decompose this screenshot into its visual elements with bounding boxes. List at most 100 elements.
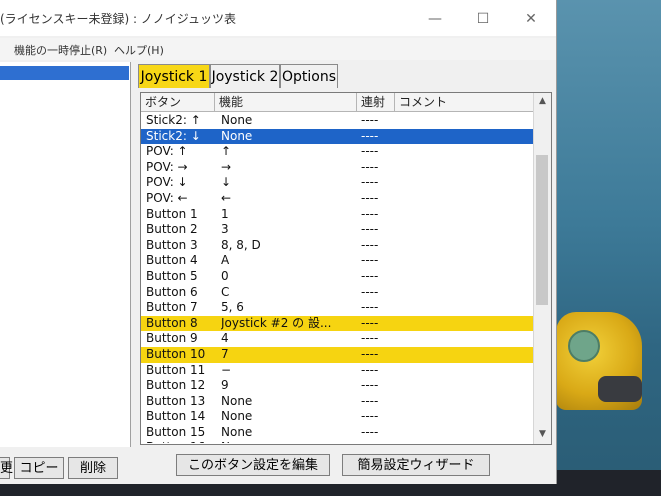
row-function-cell: N (221, 440, 357, 443)
table-row[interactable]: Button 13 None ---- (141, 394, 533, 410)
row-button-cell: Button 4 (146, 253, 198, 268)
row-button-cell: Button 9 (146, 331, 198, 346)
toy-eye (568, 330, 600, 362)
row-rapid-cell: ---- (361, 362, 379, 377)
scroll-up-icon[interactable]: ▲ (534, 93, 551, 109)
row-rapid-cell: ---- (361, 128, 379, 143)
row-function-cell: 5, 6 (221, 300, 244, 315)
table-row[interactable]: Button 1 1 ---- (141, 207, 533, 223)
setup-wizard-button[interactable]: 簡易設定ウィザード (342, 454, 490, 476)
tab-joystick-2[interactable]: Joystick 2 (210, 64, 280, 88)
menu-help[interactable]: ヘルプ(H) (114, 42, 164, 58)
row-function-cell: C (221, 284, 230, 299)
edit-button-settings-button[interactable]: このボタン設定を編集 (176, 454, 330, 476)
row-rapid-cell: ---- (361, 331, 379, 346)
header-function[interactable]: 機能 (215, 93, 357, 111)
row-button-cell: Button 10 (146, 346, 206, 361)
row-function-cell: None (221, 424, 253, 439)
table-row[interactable]: Button 4 A ---- (141, 253, 533, 269)
background-wall (553, 0, 661, 496)
header-rapid[interactable]: 連射 (357, 93, 395, 111)
row-button-cell: Button 12 (146, 378, 206, 393)
table-row[interactable]: Button 7 5, 6 ---- (141, 300, 533, 316)
table-row[interactable]: Button 16 N (141, 440, 533, 443)
scroll-thumb[interactable] (536, 155, 548, 305)
table-row[interactable]: Stick2: ↓ None ---- (141, 128, 533, 145)
table-row[interactable]: Button 14 None ---- (141, 409, 533, 425)
table-row[interactable]: Button 8 Joystick #2 の 設... ---- (141, 315, 533, 332)
row-function-cell: Joystick #2 の 設... (221, 315, 332, 330)
list-rows: Stick2: ↑ None ---- Stick2: ↓ None ---- POV: ↑… (141, 113, 533, 443)
profile-list-selected-item[interactable] (0, 66, 129, 80)
row-rapid-cell: ---- (361, 346, 379, 361)
row-function-cell: None (221, 128, 253, 143)
table-row[interactable]: Button 10 7 ---- (141, 346, 533, 363)
list-header: ボタン 機能 連射 コメント (141, 93, 533, 112)
row-button-cell: Stick2: ↑ (146, 113, 201, 127)
row-button-cell: Button 13 (146, 393, 206, 408)
profile-list[interactable] (0, 62, 131, 447)
copy-button[interactable]: コピー (14, 457, 64, 479)
row-rapid-cell: ---- (361, 237, 379, 252)
row-rapid-cell: ---- (361, 222, 379, 237)
left-partial-button[interactable]: 更 (0, 457, 13, 479)
row-function-cell: 9 (221, 378, 229, 393)
table-row[interactable]: Button 9 4 ---- (141, 331, 533, 347)
row-button-cell: POV: ↓ (146, 175, 188, 190)
header-button[interactable]: ボタン (141, 93, 215, 111)
scroll-down-icon[interactable]: ▼ (534, 426, 551, 442)
row-rapid-cell: ---- (361, 144, 379, 159)
row-rapid-cell: ---- (361, 409, 379, 424)
table-row[interactable]: Button 11− ---- (141, 363, 533, 379)
row-button-cell: Button 2 (146, 222, 198, 237)
tab-joystick-1[interactable]: Joystick 1 (138, 64, 210, 88)
maximize-icon[interactable]: ☐ (460, 6, 506, 32)
row-rapid-cell: ---- (361, 284, 379, 299)
row-rapid-cell: ---- (361, 393, 379, 408)
row-function-cell: 8, 8, D (221, 237, 261, 252)
header-comment[interactable]: コメント (395, 93, 533, 111)
close-icon[interactable]: ✕ (508, 6, 554, 32)
row-button-cell: Button 16 (146, 440, 216, 443)
row-button-cell: Button 8 (146, 315, 198, 330)
table-row[interactable]: POV: ↓ ↓ ---- (141, 175, 533, 191)
row-button-cell: Button 15 (146, 424, 206, 439)
delete-button[interactable]: 削除 (68, 457, 118, 479)
row-function-cell: ← (221, 190, 232, 205)
menu-pause[interactable]: 機能の一時停止(R) (14, 42, 107, 58)
row-rapid-cell: ---- (361, 113, 379, 127)
title-bar: (ライセンスキー未登録) : ノノイジュッツ表 — ☐ ✕ (0, 0, 556, 36)
minimize-icon[interactable]: — (412, 6, 458, 32)
row-rapid-cell: ---- (361, 424, 379, 439)
table-row[interactable]: Button 5 0 ---- (141, 269, 533, 285)
table-row[interactable]: POV: → → ---- (141, 160, 533, 176)
row-rapid-cell: ---- (361, 300, 379, 315)
row-button-cell: Button 6 (146, 284, 198, 299)
row-function-cell: 1 (221, 206, 229, 221)
table-row[interactable]: Stick2: ↑ None ---- (141, 113, 533, 129)
table-row[interactable]: Button 15 None ---- (141, 425, 533, 441)
table-row[interactable]: POV: ↑ ↑ ---- (141, 144, 533, 160)
row-button-cell: Button 1 (146, 206, 198, 221)
row-button-cell: Button 5 (146, 268, 198, 283)
row-function-cell: 4 (221, 331, 229, 346)
row-rapid-cell: ---- (361, 159, 379, 174)
table-row[interactable]: Button 6 C ---- (141, 285, 533, 301)
row-button-cell: POV: ← (146, 190, 188, 205)
table-row[interactable]: Button 3 8, 8, D ---- (141, 238, 533, 254)
row-function-cell: None (221, 393, 253, 408)
row-function-cell: 0 (221, 268, 229, 283)
row-button-cell: POV: → (146, 159, 188, 174)
list-scrollbar[interactable]: ▲ ▼ (533, 93, 551, 444)
table-row[interactable]: Button 12 9 ---- (141, 378, 533, 394)
row-function-cell: None (221, 409, 253, 424)
row-function-cell: → (221, 159, 232, 174)
row-function-cell: A (221, 253, 230, 268)
button-mapping-list[interactable]: ボタン 機能 連射 コメント Stick2: ↑ None ---- Stick2: … (140, 92, 552, 445)
row-rapid-cell: ---- (361, 315, 379, 330)
table-row[interactable]: Button 2 3 ---- (141, 222, 533, 238)
row-button-cell: POV: ↑ (146, 144, 188, 159)
table-row[interactable]: POV: ← ← ---- (141, 191, 533, 207)
row-button-cell: Button 3 (146, 237, 198, 252)
tab-options[interactable]: Options (280, 64, 338, 88)
